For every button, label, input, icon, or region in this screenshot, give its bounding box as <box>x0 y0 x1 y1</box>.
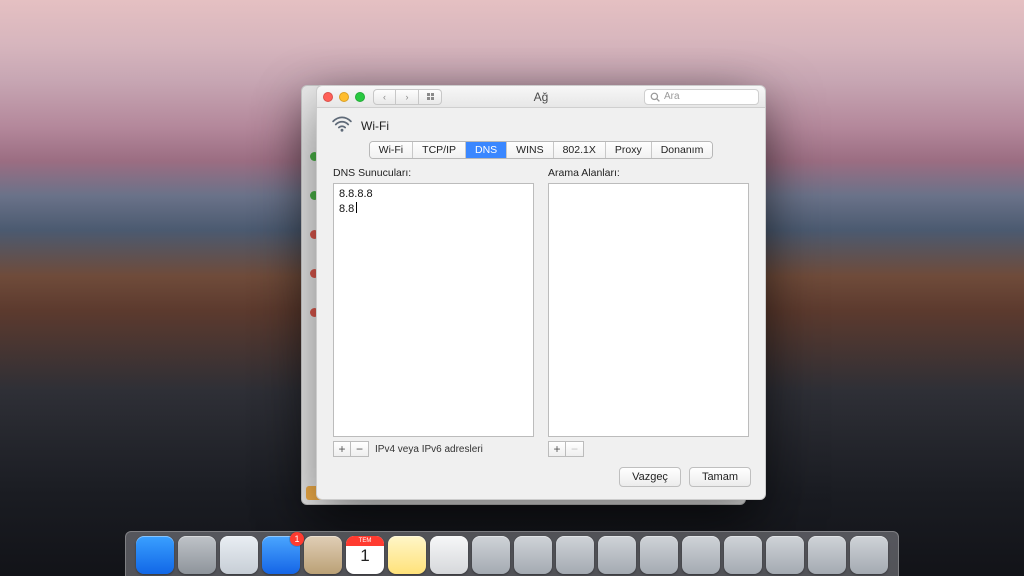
forward-button[interactable]: › <box>396 89 419 105</box>
dock-app-icon[interactable] <box>472 536 510 574</box>
dock-app-icon[interactable] <box>556 536 594 574</box>
calendar-day: 1 <box>346 546 384 566</box>
tab-hardware[interactable]: Donanım <box>652 142 713 158</box>
add-dns-button[interactable]: + <box>333 441 351 457</box>
add-search-domain-button[interactable]: + <box>548 441 566 457</box>
tab-dns[interactable]: DNS <box>466 142 507 158</box>
search-icon <box>650 92 660 102</box>
dock-calendar-icon[interactable]: TEM 1 <box>346 536 384 574</box>
cancel-button[interactable]: Vazgeç <box>619 467 681 487</box>
interface-header: Wi-Fi <box>317 108 765 139</box>
dock-reminders-icon[interactable] <box>430 536 468 574</box>
dock: 1 TEM 1 <box>125 531 899 576</box>
titlebar: ‹ › Ağ Ara <box>317 86 765 108</box>
dock-app-icon[interactable] <box>640 536 678 574</box>
window-controls <box>323 92 365 102</box>
wifi-icon <box>331 116 353 135</box>
tab-8021x[interactable]: 802.1X <box>554 142 606 158</box>
interface-name: Wi-Fi <box>361 119 389 133</box>
dock-app-icon[interactable] <box>598 536 636 574</box>
sheet-footer: Vazgeç Tamam <box>317 457 765 499</box>
minimize-button[interactable] <box>339 92 349 102</box>
dns-hint-label: IPv4 veya IPv6 adresleri <box>375 444 483 455</box>
tab-wifi[interactable]: Wi-Fi <box>370 142 414 158</box>
tab-bar: Wi-Fi TCP/IP DNS WINS 802.1X Proxy Donan… <box>317 139 765 167</box>
dns-server-entry-editing[interactable]: 8.8 <box>339 202 528 217</box>
dock-contacts-icon[interactable] <box>304 536 342 574</box>
search-domains-label: Arama Alanları: <box>548 167 749 179</box>
tab-wins[interactable]: WINS <box>507 142 553 158</box>
network-advanced-sheet: ‹ › Ağ Ara Wi-Fi Wi-Fi TCP/IP DNS <box>316 85 766 500</box>
dock-app-icon[interactable] <box>808 536 846 574</box>
show-all-button[interactable] <box>419 89 442 105</box>
dock-launchpad-icon[interactable] <box>178 536 216 574</box>
dock-safari-icon[interactable] <box>220 536 258 574</box>
toolbar-nav: ‹ › <box>373 89 442 105</box>
dock-app-icon[interactable] <box>724 536 762 574</box>
dns-servers-label: DNS Sunucuları: <box>333 167 534 179</box>
close-button[interactable] <box>323 92 333 102</box>
dock-app-icon[interactable] <box>682 536 720 574</box>
dock-app-icon[interactable] <box>850 536 888 574</box>
zoom-button[interactable] <box>355 92 365 102</box>
desktop: ‹ › Ağ Ara Wi-Fi Wi-Fi TCP/IP DNS <box>0 0 1024 576</box>
remove-search-domain-button[interactable]: − <box>566 441 584 457</box>
search-placeholder: Ara <box>664 91 680 102</box>
dock-notes-icon[interactable] <box>388 536 426 574</box>
dns-server-entry[interactable]: 8.8.8.8 <box>339 187 528 202</box>
dock-finder-icon[interactable] <box>136 536 174 574</box>
search-domains-column: Arama Alanları: + − <box>548 167 749 457</box>
back-button[interactable]: ‹ <box>373 89 396 105</box>
dns-servers-list[interactable]: 8.8.8.8 8.8 <box>333 183 534 437</box>
tab-proxy[interactable]: Proxy <box>606 142 652 158</box>
dock-mail-icon[interactable]: 1 <box>262 536 300 574</box>
text-cursor <box>356 202 357 213</box>
dns-servers-column: DNS Sunucuları: 8.8.8.8 8.8 + − IPv4 vey… <box>333 167 534 457</box>
search-field[interactable]: Ara <box>644 89 759 105</box>
mail-badge: 1 <box>290 532 304 546</box>
dock-app-icon[interactable] <box>514 536 552 574</box>
calendar-month: TEM <box>346 536 384 546</box>
remove-dns-button[interactable]: − <box>351 441 369 457</box>
search-domains-list[interactable] <box>548 183 749 437</box>
ok-button[interactable]: Tamam <box>689 467 751 487</box>
dock-app-icon[interactable] <box>766 536 804 574</box>
tab-tcpip[interactable]: TCP/IP <box>413 142 466 158</box>
